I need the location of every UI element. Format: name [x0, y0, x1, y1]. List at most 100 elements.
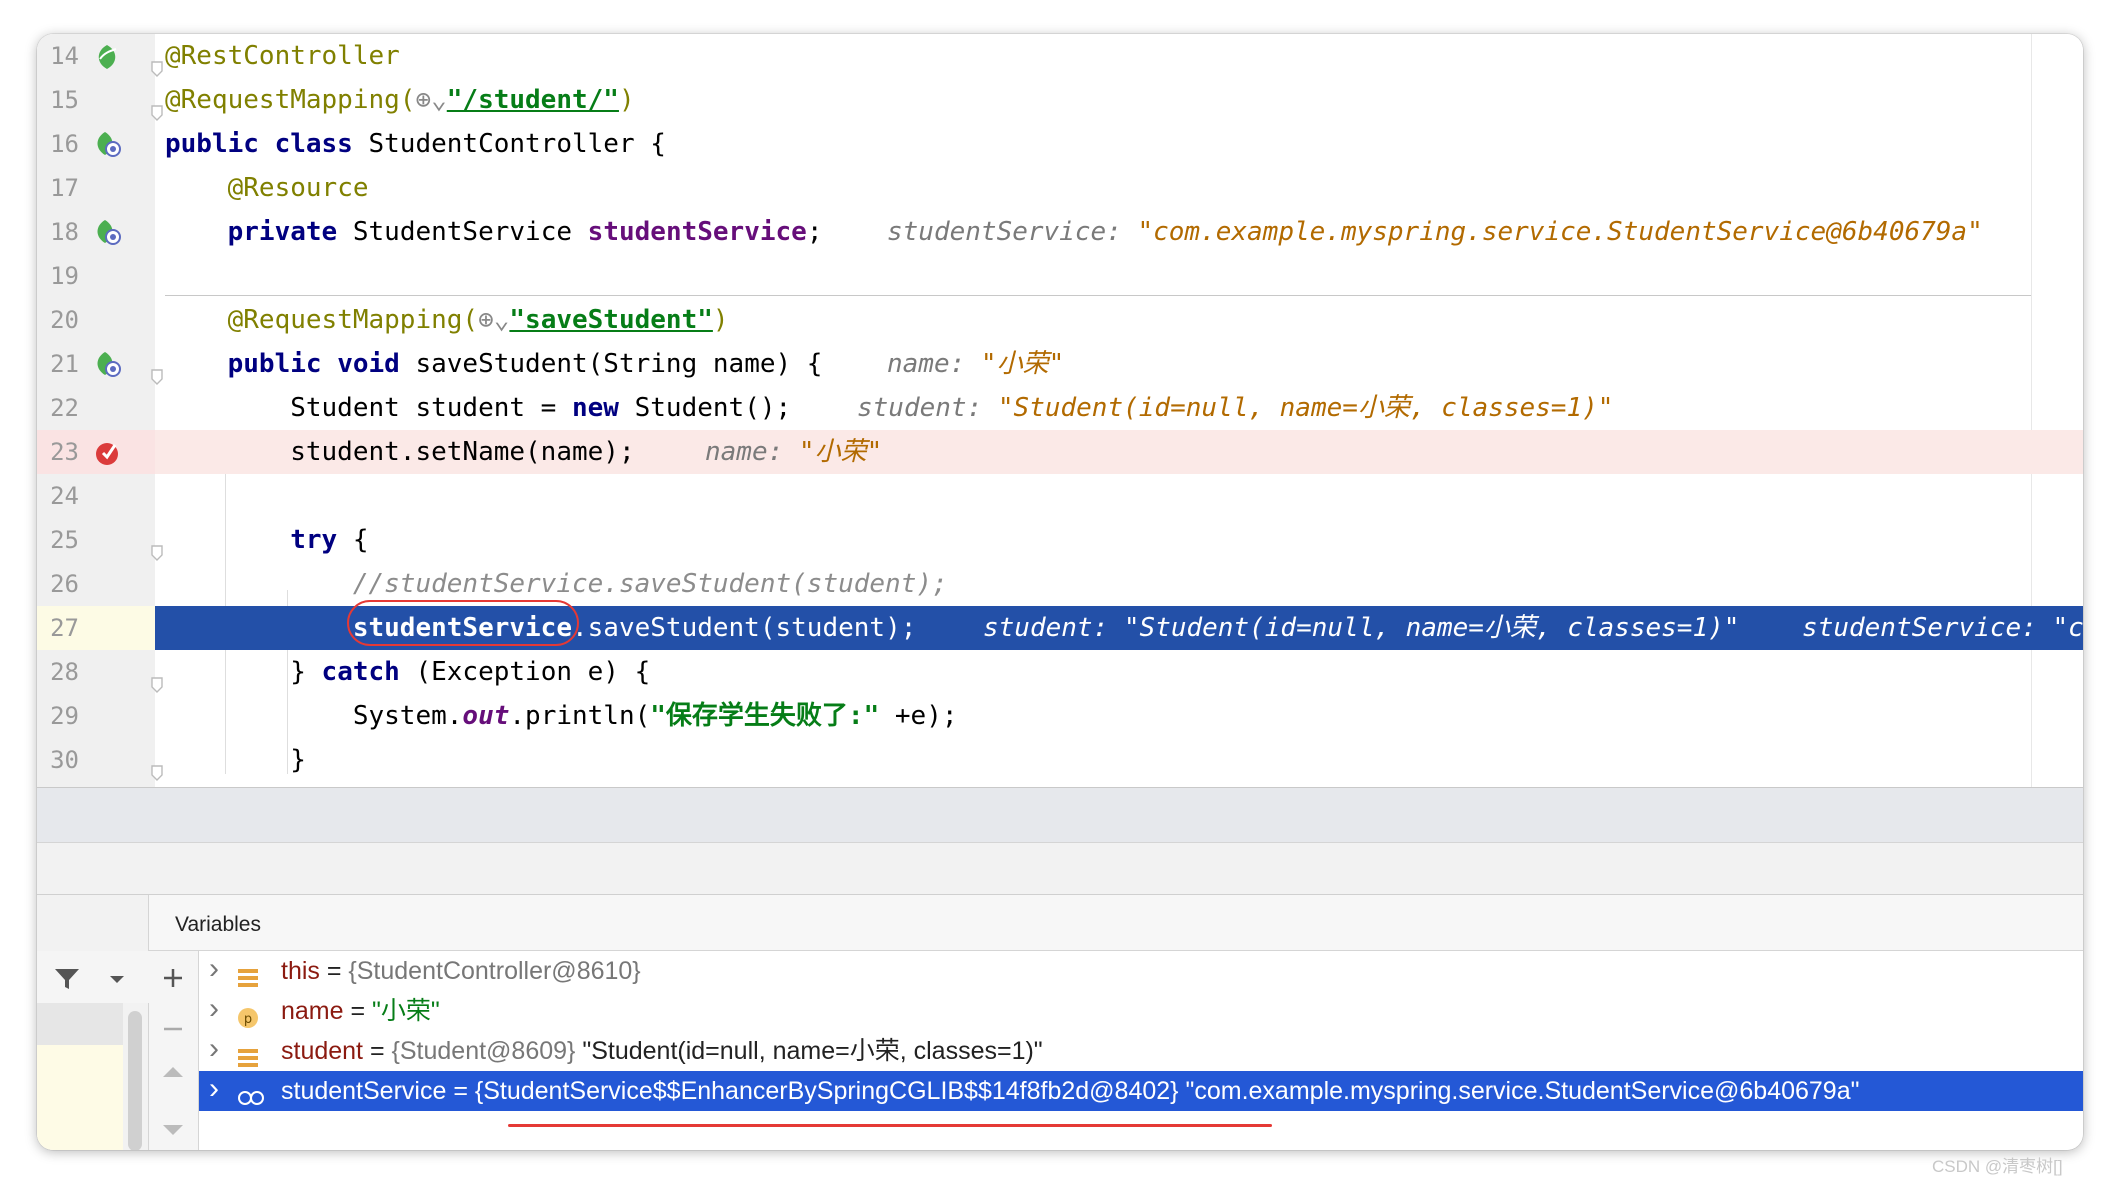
field-icon [237, 961, 259, 987]
code-line[interactable]: 17 @Resource [37, 166, 2083, 210]
code-line[interactable]: 16 public class StudentController { [37, 122, 2083, 166]
variable-row[interactable]: › this = {StudentController@8610} [199, 951, 2083, 991]
line-number[interactable]: 22 [37, 386, 79, 430]
code-text: } catch (Exception e) { [165, 650, 650, 694]
inline-value-token: name: [887, 349, 981, 379]
code-line[interactable]: 26 //studentService.saveStudent(student)… [37, 562, 2083, 606]
line-number[interactable]: 24 [37, 474, 79, 518]
line-number[interactable]: 15 [37, 78, 79, 122]
debug-toolbar-strip [37, 842, 2083, 894]
code-text: @RequestMapping(⊕⌄"saveStudent") [165, 298, 729, 342]
code-line[interactable]: 25 try { [37, 518, 2083, 562]
code-token: @RequestMapping( [165, 85, 416, 115]
move-down-icon[interactable] [161, 1123, 185, 1137]
line-number[interactable]: 23 [37, 430, 79, 474]
variable-text: student = {Student@8609} "Student(id=nul… [281, 1031, 1043, 1071]
variable-eq: = [319, 957, 349, 985]
code-token: ) [618, 85, 635, 115]
line-number[interactable]: 25 [37, 518, 79, 562]
variable-extra: "Student(id=null, name=小荣, classes=1)" [575, 1037, 1043, 1065]
frames-scrollbar[interactable] [128, 1011, 142, 1150]
code-line[interactable]: 22 Student student = new Student(); stude… [37, 386, 2083, 430]
line-number[interactable]: 29 [37, 694, 79, 738]
variable-name: student [281, 1037, 364, 1065]
fold-marker-icon[interactable] [150, 47, 164, 77]
code-line[interactable]: 21 public void saveStudent(String name) … [37, 342, 2083, 386]
code-token: { [352, 525, 369, 555]
code-token: "/student/" [446, 85, 619, 115]
expand-chevron-icon[interactable]: › [209, 1071, 219, 1107]
code-token: public class [165, 129, 369, 159]
code-line[interactable]: 19 [37, 254, 2083, 298]
variable-row[interactable]: › student = {Student@8609} "Student(id=nu… [199, 1031, 2083, 1071]
add-watch-icon[interactable] [162, 967, 184, 989]
bean-icon[interactable] [92, 41, 122, 71]
fold-marker-icon[interactable] [150, 355, 164, 385]
watch-icon [237, 1081, 264, 1105]
code-line[interactable]: 30 } [37, 738, 2083, 782]
move-up-icon[interactable] [161, 1065, 185, 1079]
bean-nav-icon[interactable] [92, 217, 122, 247]
code-text: @Resource [165, 166, 369, 210]
code-line[interactable]: 14 @RestController [37, 34, 2083, 78]
inline-value-token: studentService: "com [1739, 613, 2083, 643]
filter-icon[interactable] [53, 967, 81, 991]
frame-row[interactable] [37, 1003, 123, 1045]
inline-debug-value: student: "Student(id=null, name=小荣, clas… [983, 606, 2083, 650]
code-token: public void [227, 349, 416, 379]
line-number[interactable]: 19 [37, 254, 79, 298]
code-line[interactable]: 20 @RequestMapping(⊕⌄"saveStudent") [37, 298, 2083, 342]
code-line[interactable]: 18 private StudentService studentService… [37, 210, 2083, 254]
code-text: } [165, 738, 306, 782]
variable-value: {StudentService$$EnhancerBySpringCGLIB$$… [474, 1077, 1179, 1105]
line-number[interactable]: 21 [37, 342, 79, 386]
code-text: public class StudentController { [165, 122, 666, 166]
fold-marker-icon[interactable] [150, 663, 164, 693]
line-number[interactable]: 27 [37, 606, 79, 650]
expand-chevron-icon[interactable]: › [209, 1031, 219, 1067]
code-token: "保存学生失败了:" [650, 701, 880, 731]
variables-header [149, 895, 2083, 951]
line-number[interactable]: 14 [37, 34, 79, 78]
field-icon [237, 1041, 259, 1067]
code-editor[interactable]: 14 @RestController 15 @RequestMapping(⊕⌄"/s… [37, 34, 2083, 787]
code-line[interactable]: 24 [37, 474, 2083, 518]
code-line[interactable]: 28 } catch (Exception e) { [37, 650, 2083, 694]
variable-row[interactable]: › studentService = {StudentService$$Enhan… [199, 1071, 2083, 1111]
variable-name: studentService [281, 1077, 447, 1105]
line-number[interactable]: 20 [37, 298, 79, 342]
code-token: +e); [879, 701, 958, 731]
line-number[interactable]: 30 [37, 738, 79, 782]
remove-watch-icon[interactable] [162, 1027, 184, 1031]
code-token: Student student = [165, 393, 572, 423]
code-token: Student(); [634, 393, 792, 423]
code-line[interactable]: 29 System.out.println("保存学生失败了:" +e); [37, 694, 2083, 738]
code-token: studentService [587, 217, 807, 247]
line-number[interactable]: 26 [37, 562, 79, 606]
variable-text: studentService = {StudentService$$Enhanc… [281, 1071, 1860, 1111]
line-number[interactable]: 17 [37, 166, 79, 210]
inline-value-token: "Student(id=null, name=小荣, classes=1)" [997, 393, 1614, 423]
fold-marker-icon[interactable] [150, 91, 164, 121]
code-token: catch [321, 657, 416, 687]
code-line[interactable]: 27 studentService.saveStudent(student); s… [37, 606, 2083, 650]
line-number[interactable]: 18 [37, 210, 79, 254]
variable-row[interactable]: › p name = "小荣" [199, 991, 2083, 1031]
fold-marker-icon[interactable] [150, 531, 164, 561]
code-line[interactable]: 23 student.setName(name); name: "小荣" [37, 430, 2083, 474]
expand-chevron-icon[interactable]: › [209, 991, 219, 1027]
bean-nav-icon[interactable] [92, 349, 122, 379]
code-line[interactable]: 15 @RequestMapping(⊕⌄"/student/") [37, 78, 2083, 122]
variable-value: "小荣" [372, 997, 440, 1025]
line-number[interactable]: 28 [37, 650, 79, 694]
chevron-down-icon[interactable] [109, 975, 125, 985]
expand-chevron-icon[interactable]: › [209, 951, 219, 987]
breakpoint-icon[interactable] [92, 437, 122, 467]
line-number[interactable]: 16 [37, 122, 79, 166]
bean-nav-icon[interactable] [92, 129, 122, 159]
fold-marker-icon[interactable] [150, 751, 164, 781]
variables-toolbar [149, 951, 199, 1150]
